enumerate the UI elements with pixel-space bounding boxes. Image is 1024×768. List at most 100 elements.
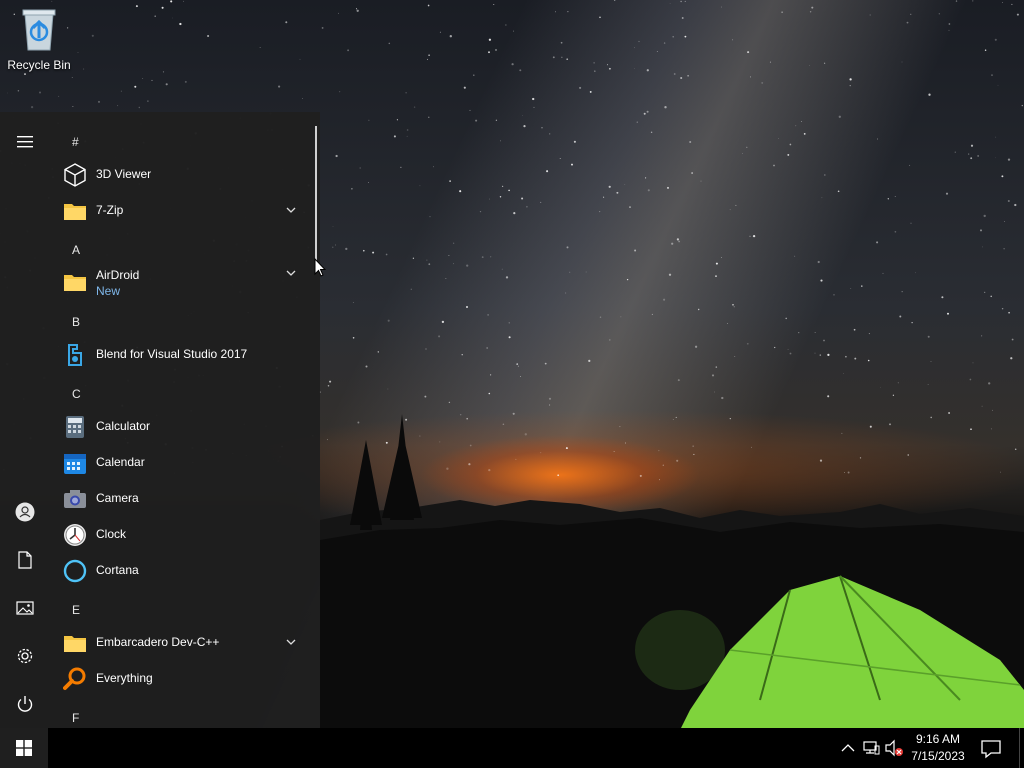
- star: [425, 348, 427, 350]
- calculator-icon: [66, 416, 84, 438]
- star: [405, 92, 407, 94]
- app-everything[interactable]: Everything: [50, 661, 312, 697]
- app-folder-embarcadero[interactable]: Embarcadero Dev-C++: [50, 625, 312, 661]
- star: [850, 288, 852, 289]
- desktop-icon-recycle-bin[interactable]: Recycle Bin: [6, 6, 72, 72]
- star: [533, 106, 535, 108]
- section-header-f[interactable]: F: [72, 711, 79, 725]
- star: [339, 91, 341, 93]
- star: [426, 58, 429, 60]
- app-cortana[interactable]: Cortana: [50, 553, 312, 589]
- star: [165, 83, 168, 86]
- star: [24, 73, 26, 76]
- star: [684, 0, 686, 2]
- star: [493, 4, 495, 5]
- star: [71, 77, 73, 78]
- power-button[interactable]: [0, 684, 50, 724]
- star: [505, 276, 509, 279]
- app-list-scrollbar[interactable]: [315, 126, 317, 272]
- star: [429, 215, 431, 218]
- chevron-down-icon: [286, 207, 296, 213]
- star: [911, 321, 913, 324]
- star: [945, 192, 949, 195]
- start-button[interactable]: [0, 728, 48, 768]
- cortana-icon: [63, 559, 87, 583]
- star: [684, 35, 687, 38]
- star: [428, 54, 430, 57]
- everything-search-icon: [63, 667, 86, 690]
- star: [335, 244, 337, 246]
- star: [984, 49, 987, 52]
- star: [593, 62, 595, 64]
- star: [410, 288, 412, 290]
- star: [843, 372, 844, 374]
- star: [505, 24, 507, 26]
- camera-icon: [64, 490, 86, 508]
- app-folder-airdroid[interactable]: AirDroid New: [50, 266, 312, 306]
- star: [461, 354, 463, 356]
- star: [372, 251, 375, 254]
- network-icon[interactable]: [861, 738, 881, 758]
- star: [687, 75, 689, 77]
- star: [634, 68, 635, 69]
- app-3d-viewer[interactable]: 3D Viewer: [50, 157, 312, 193]
- star: [449, 180, 451, 182]
- hamburger-menu-button[interactable]: [0, 122, 50, 162]
- star: [338, 12, 339, 14]
- star: [519, 69, 522, 72]
- star: [991, 74, 993, 76]
- star: [599, 211, 601, 213]
- show-desktop-button[interactable]: [1019, 728, 1020, 768]
- star: [352, 337, 355, 339]
- star: [327, 385, 330, 387]
- star: [629, 206, 631, 208]
- app-calculator[interactable]: Calculator: [50, 409, 312, 445]
- star: [585, 271, 587, 273]
- pictures-button[interactable]: [0, 588, 50, 628]
- app-camera[interactable]: Camera: [50, 481, 312, 517]
- recycle-bin-label: Recycle Bin: [7, 58, 71, 72]
- app-calendar[interactable]: Calendar: [50, 445, 312, 481]
- star: [969, 378, 972, 381]
- documents-button[interactable]: [0, 540, 50, 580]
- star: [424, 395, 427, 398]
- star: [365, 365, 368, 368]
- star: [634, 47, 635, 49]
- star: [747, 51, 750, 54]
- star: [385, 253, 388, 256]
- star: [746, 342, 749, 345]
- star: [906, 21, 909, 24]
- star: [897, 382, 899, 384]
- app-label: Blend for Visual Studio 2017: [96, 347, 248, 361]
- account-button[interactable]: [0, 492, 50, 532]
- chevron-up-icon[interactable]: [838, 738, 858, 758]
- star: [901, 291, 903, 293]
- star: [489, 374, 492, 376]
- app-folder-7-zip[interactable]: 7-Zip: [50, 193, 312, 229]
- action-center-icon[interactable]: [980, 738, 1002, 760]
- app-clock[interactable]: Clock: [50, 517, 312, 553]
- star: [811, 6, 814, 9]
- section-header-a[interactable]: A: [72, 243, 80, 257]
- volume-muted-icon[interactable]: [884, 738, 904, 758]
- star: [997, 84, 999, 86]
- app-blend[interactable]: Blend for Visual Studio 2017: [50, 337, 312, 373]
- star: [1007, 158, 1011, 161]
- section-header-c[interactable]: C: [72, 387, 81, 401]
- star: [694, 345, 698, 348]
- star: [778, 138, 779, 139]
- star: [809, 65, 810, 67]
- star: [970, 157, 973, 160]
- section-header-e[interactable]: E: [72, 603, 80, 617]
- section-header-b[interactable]: B: [72, 315, 80, 329]
- app-label: AirDroid: [96, 268, 140, 282]
- star: [161, 6, 164, 9]
- pictures-icon: [16, 601, 34, 615]
- star: [400, 166, 402, 168]
- star: [727, 323, 728, 324]
- star: [594, 70, 596, 72]
- star: [901, 61, 903, 63]
- section-header-hash[interactable]: #: [72, 135, 79, 149]
- taskbar-clock[interactable]: 9:16 AM 7/15/2023: [905, 731, 971, 765]
- settings-button[interactable]: [0, 636, 50, 676]
